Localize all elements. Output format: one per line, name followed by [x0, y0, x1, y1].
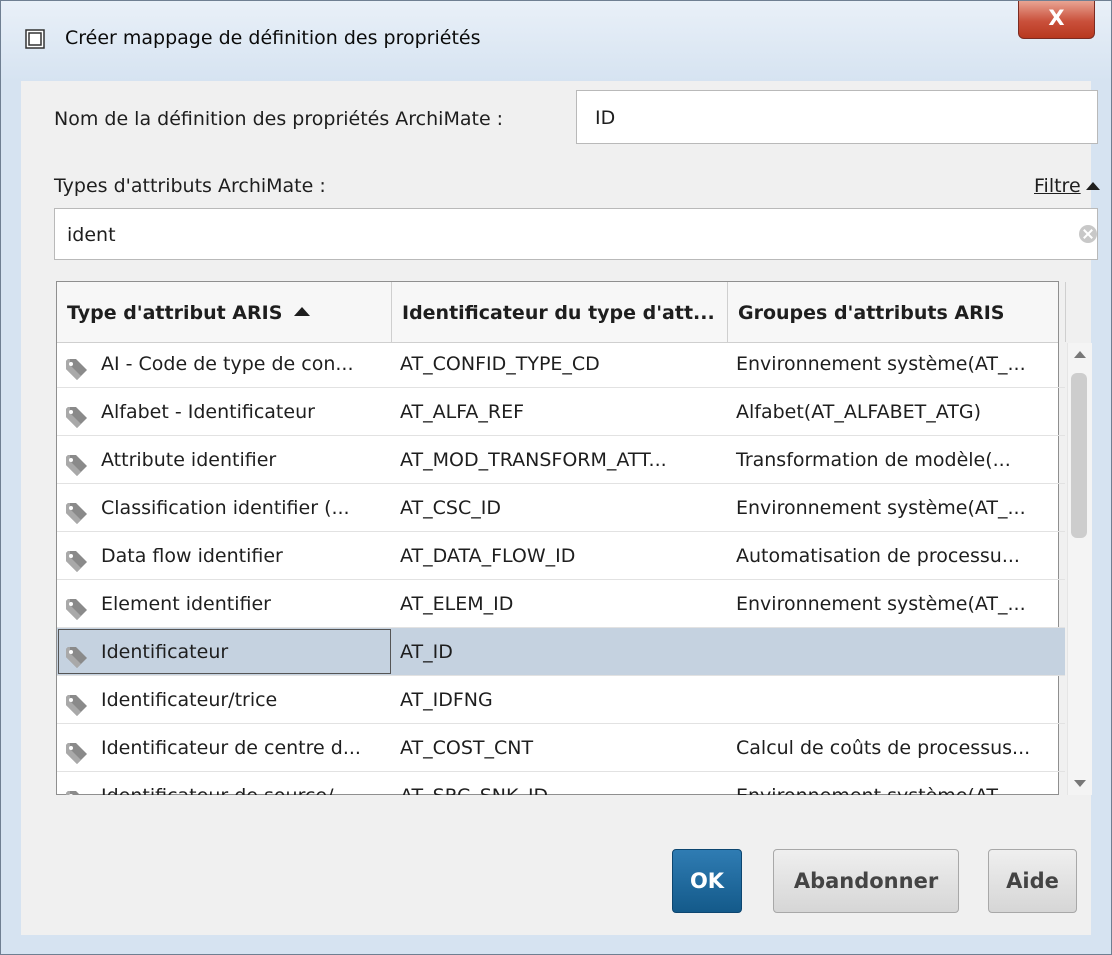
attribute-type-name: AI - Code de type de con... [101, 353, 354, 375]
table-body: AI - Code de type de con... AT_CONFID_TYP… [57, 343, 1065, 795]
dialog-title: Créer mappage de définition des propriét… [65, 27, 481, 49]
cell-attribute-group[interactable]: Transformation de modèle(... [728, 436, 1065, 483]
attribute-types-table: Type d'attribut ARIS Identificateur du t… [56, 281, 1092, 795]
attribute-type-name: Classification identifier (... [101, 497, 350, 519]
filter-link[interactable]: Filtre [1034, 175, 1081, 197]
dialog-icon [25, 29, 45, 49]
title-bar[interactable]: Créer mappage de définition des propriét… [1, 1, 1111, 81]
cell-attribute-type[interactable]: Identificateur/trice [57, 676, 392, 723]
cell-attribute-group[interactable]: Environnement système(AT_... [728, 772, 1065, 795]
table-row[interactable]: Classification identifier (... AT_CSC_ID E… [57, 484, 1065, 532]
cell-attribute-group[interactable]: Automatisation de processu... [728, 532, 1065, 579]
cell-attribute-type[interactable]: Attribute identifier [57, 436, 392, 483]
tag-icon [65, 592, 91, 620]
window-frame-bottom [1, 935, 1111, 954]
cell-attribute-identifier[interactable]: AT_SRC_SNK_ID [392, 772, 728, 795]
table-row[interactable]: Data flow identifier AT_DATA_FLOW_ID Autom… [57, 532, 1065, 580]
cell-attribute-identifier[interactable]: AT_ID [392, 628, 728, 675]
cell-attribute-identifier[interactable]: AT_MOD_TRANSFORM_ATT... [392, 436, 728, 483]
tag-icon [65, 352, 91, 380]
property-name-field[interactable] [576, 90, 1098, 144]
attribute-type-name: Identificateur [101, 641, 229, 663]
column-header-identifier[interactable]: Identificateur du type d'att... [392, 282, 728, 342]
close-button[interactable]: X [1018, 1, 1095, 39]
table-row[interactable]: Identificateur AT_ID [57, 628, 1065, 676]
cell-attribute-type[interactable]: Classification identifier (... [57, 484, 392, 531]
cell-attribute-group[interactable]: Alfabet(AT_ALFABET_ATG) [728, 388, 1065, 435]
filter-input[interactable] [67, 223, 1047, 247]
cell-attribute-type[interactable]: Identificateur de centre d... [57, 724, 392, 771]
attribute-types-label: Types d'attributs ArchiMate : [54, 175, 326, 197]
tag-icon [65, 736, 91, 764]
tag-icon [65, 400, 91, 428]
cell-attribute-group[interactable]: Environnement système(AT_... [728, 484, 1065, 531]
close-icon: X [1048, 6, 1065, 30]
cell-attribute-group[interactable]: Calcul de coûts de processus... [728, 724, 1065, 771]
table-row[interactable]: Alfabet - Identificateur AT_ALFA_REF Alfab… [57, 388, 1065, 436]
attribute-type-name: Identificateur de source/... [101, 785, 352, 795]
attribute-type-name: Identificateur/trice [101, 689, 278, 711]
scroll-down-arrow-icon[interactable] [1074, 780, 1086, 787]
vertical-scrollbar[interactable] [1067, 343, 1092, 795]
window-frame-left [1, 81, 21, 954]
attribute-type-name: Identificateur de centre d... [101, 737, 361, 759]
table-row[interactable]: Element identifier AT_ELEM_ID Environnemen… [57, 580, 1065, 628]
cell-attribute-type[interactable]: Identificateur de source/... [57, 772, 392, 795]
cell-attribute-group[interactable]: Environnement système(AT_... [728, 343, 1065, 387]
tag-icon [65, 640, 91, 668]
dialog-content: Nom de la définition des propriétés Arch… [21, 81, 1100, 935]
tag-icon [65, 496, 91, 524]
sort-ascending-icon [294, 307, 311, 316]
table-row[interactable]: Attribute identifier AT_MOD_TRANSFORM_ATT… [57, 436, 1065, 484]
tag-icon [65, 448, 91, 476]
cell-attribute-group[interactable] [728, 676, 1065, 723]
cell-attribute-type[interactable]: AI - Code de type de con... [57, 343, 392, 387]
cell-attribute-identifier[interactable]: AT_COST_CNT [392, 724, 728, 771]
cell-attribute-group[interactable] [728, 628, 1065, 675]
table-row[interactable]: Identificateur de centre d... AT_COST_CNT… [57, 724, 1065, 772]
tag-icon [65, 544, 91, 572]
table-header: Type d'attribut ARIS Identificateur du t… [57, 282, 1066, 343]
cell-attribute-identifier[interactable]: AT_IDFNG [392, 676, 728, 723]
scroll-up-arrow-icon[interactable] [1074, 351, 1086, 358]
cell-attribute-type[interactable]: Element identifier [57, 580, 392, 627]
cell-attribute-type[interactable]: Data flow identifier [57, 532, 392, 579]
clear-icon[interactable] [1079, 225, 1097, 243]
table-row[interactable]: Identificateur de source/... AT_SRC_SNK_I… [57, 772, 1065, 795]
column-header-type[interactable]: Type d'attribut ARIS [57, 282, 392, 342]
cell-attribute-type[interactable]: Identificateur [57, 628, 392, 675]
tag-icon [65, 688, 91, 716]
chevron-up-icon[interactable] [1086, 182, 1100, 190]
attribute-type-name: Alfabet - Identificateur [101, 401, 315, 423]
tag-icon [65, 784, 91, 795]
column-header-groups[interactable]: Groupes d'attributs ARIS [728, 282, 1066, 342]
table-row[interactable]: AI - Code de type de con... AT_CONFID_TYP… [57, 343, 1065, 388]
attribute-type-name: Data flow identifier [101, 545, 283, 567]
attribute-type-name: Element identifier [101, 593, 271, 615]
table-row[interactable]: Identificateur/trice AT_IDFNG [57, 676, 1065, 724]
scrollbar-thumb[interactable] [1071, 373, 1087, 538]
cell-attribute-type[interactable]: Alfabet - Identificateur [57, 388, 392, 435]
cell-attribute-identifier[interactable]: AT_ELEM_ID [392, 580, 728, 627]
property-name-input[interactable] [595, 106, 1085, 130]
attribute-type-name: Attribute identifier [101, 449, 277, 471]
help-button[interactable]: Aide [988, 849, 1077, 913]
cell-attribute-identifier[interactable]: AT_CSC_ID [392, 484, 728, 531]
cell-attribute-identifier[interactable]: AT_CONFID_TYPE_CD [392, 343, 728, 387]
cell-attribute-identifier[interactable]: AT_DATA_FLOW_ID [392, 532, 728, 579]
dialog-window: Créer mappage de définition des propriét… [0, 0, 1112, 955]
property-name-label: Nom de la définition des propriétés Arch… [54, 108, 504, 130]
ok-button[interactable]: OK [672, 849, 742, 913]
filter-field[interactable] [54, 208, 1098, 260]
cancel-button[interactable]: Abandonner [773, 849, 959, 913]
cell-attribute-identifier[interactable]: AT_ALFA_REF [392, 388, 728, 435]
cell-attribute-group[interactable]: Environnement système(AT_... [728, 580, 1065, 627]
